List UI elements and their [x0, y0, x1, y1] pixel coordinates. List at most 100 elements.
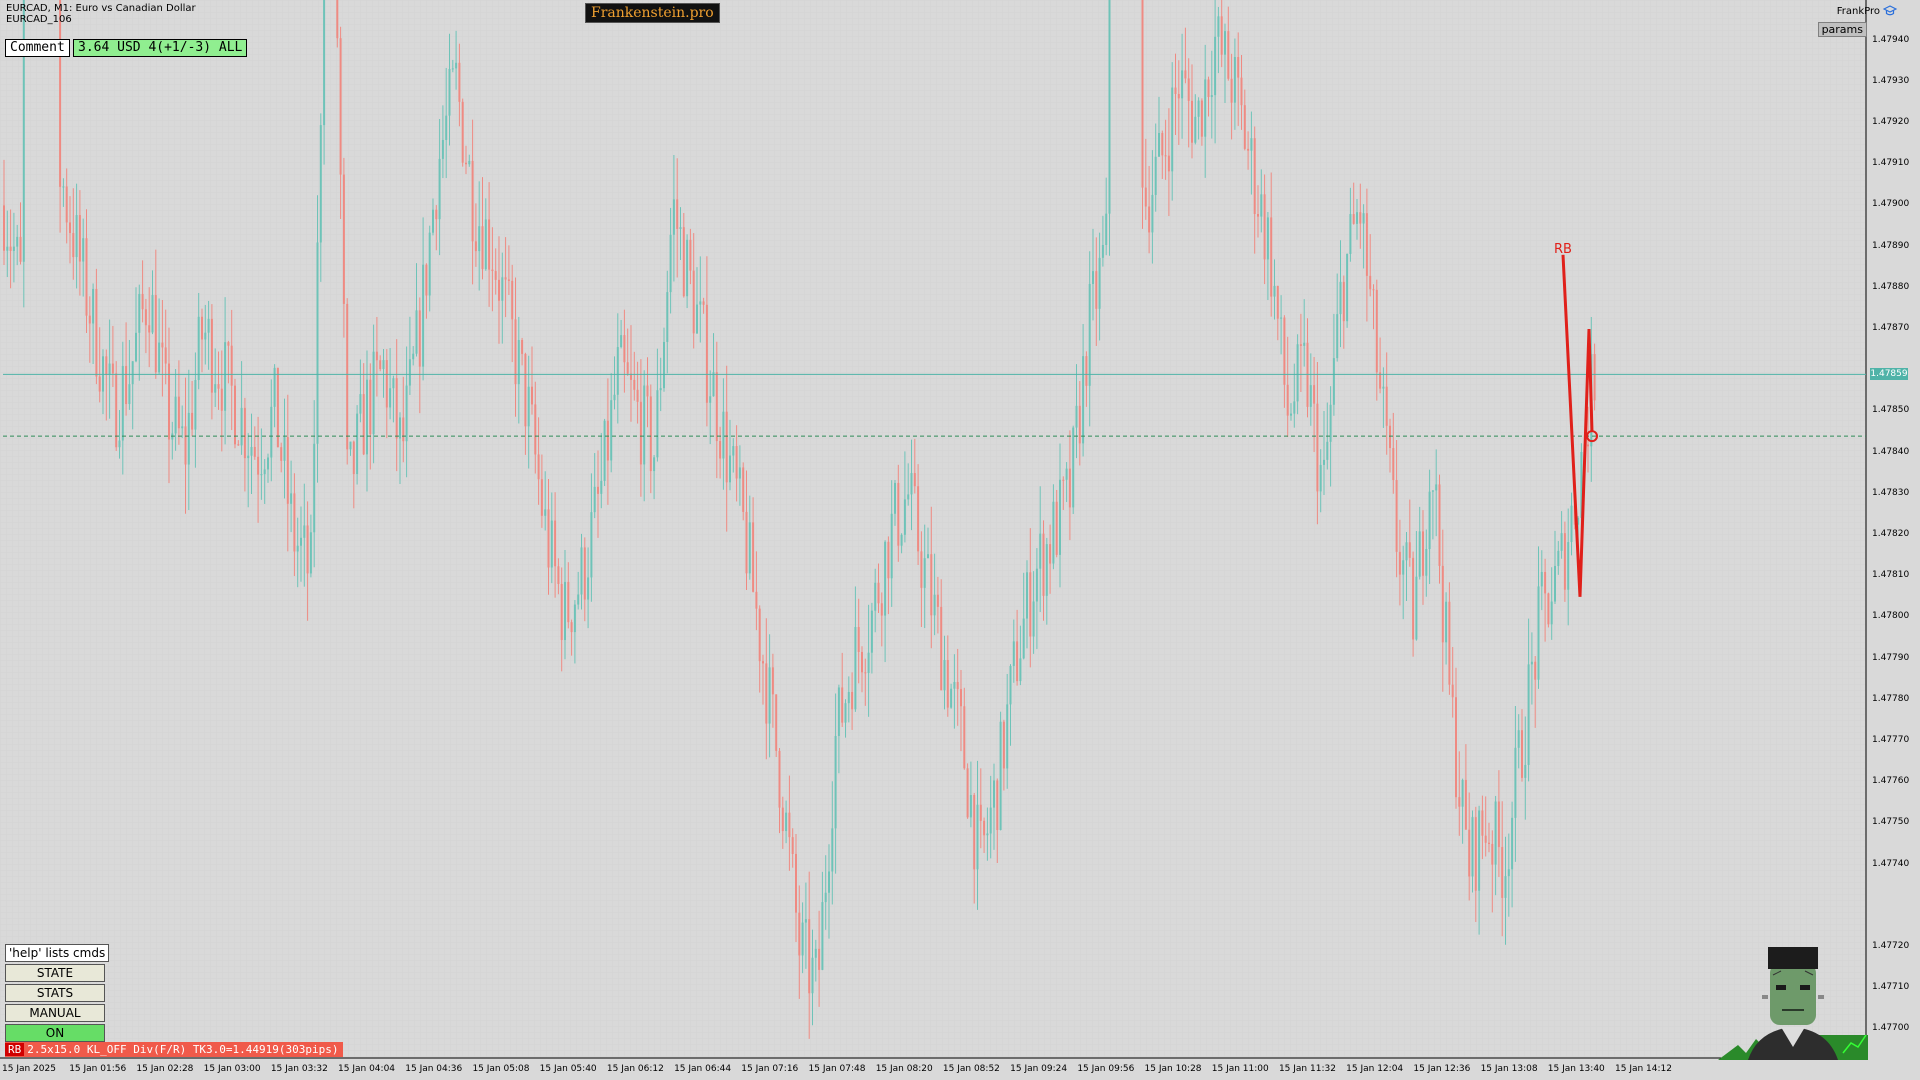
candle-body: [663, 341, 665, 389]
candle-body: [692, 270, 695, 334]
candle-body: [1521, 730, 1523, 778]
candle-body: [1464, 779, 1467, 830]
candle-body: [451, 68, 454, 70]
candle-body: [1194, 116, 1197, 143]
candle-body: [1375, 289, 1378, 373]
chart-background: [0, 0, 1866, 1058]
candle-body: [1379, 372, 1382, 389]
candle-body: [135, 332, 137, 362]
candle-body: [824, 892, 827, 903]
candle-body: [844, 703, 847, 723]
candle-body: [1356, 212, 1358, 224]
manual-button[interactable]: MANUAL: [5, 1004, 105, 1022]
candle-body: [834, 735, 837, 829]
candle-body: [445, 115, 448, 140]
on-toggle-button[interactable]: ON: [5, 1024, 105, 1042]
stats-button[interactable]: STATS: [5, 984, 105, 1002]
candle-body: [1144, 187, 1147, 207]
candle-body: [303, 525, 306, 538]
candle-body: [521, 340, 524, 354]
candle-body: [237, 444, 240, 446]
candle-body: [141, 293, 144, 310]
candle-body: [105, 356, 108, 375]
params-button[interactable]: params: [1817, 22, 1867, 37]
brand-label[interactable]: Frankenstein.pro: [585, 3, 720, 23]
candle-body: [1022, 618, 1025, 659]
candle-body: [1326, 441, 1329, 460]
candle-body: [283, 437, 286, 461]
time-tick-label: 15 Jan 13:08: [1480, 1064, 1538, 1074]
candle-body: [672, 199, 675, 235]
candle-body: [1392, 448, 1395, 481]
candle-body: [1491, 843, 1494, 865]
candle-body: [907, 494, 910, 500]
candle-body: [92, 288, 95, 324]
time-tick-label: 15 Jan 09:24: [1010, 1064, 1068, 1074]
candle-body: [649, 396, 652, 472]
candle-body: [1362, 213, 1365, 224]
candle-body: [758, 608, 761, 662]
candle-body: [570, 622, 573, 633]
candle-body: [300, 537, 302, 546]
candle-body: [240, 407, 243, 446]
candle-body: [851, 691, 854, 710]
candle-body: [1151, 194, 1154, 233]
candle-body: [382, 360, 385, 370]
candle-body: [1270, 217, 1273, 297]
candle-body: [973, 795, 976, 870]
candle-body: [243, 407, 246, 459]
price-tick-label: 1.47720: [1872, 941, 1910, 951]
candle-body: [1570, 505, 1573, 543]
candle-body: [478, 226, 481, 252]
candle-body: [890, 513, 893, 579]
candle-body: [1220, 16, 1223, 55]
candle-body: [616, 347, 619, 395]
candle-body: [1257, 214, 1259, 217]
candle-body: [531, 386, 533, 405]
candle-body: [98, 376, 101, 392]
candle-body: [1511, 817, 1514, 870]
candle-body: [342, 174, 345, 304]
candle-body: [207, 318, 210, 333]
candle-body: [405, 385, 408, 442]
candle-body: [729, 455, 731, 483]
candle-body: [1389, 425, 1391, 449]
candle-body: [1230, 78, 1233, 103]
price-tick-label: 1.47890: [1872, 240, 1910, 251]
candle-body: [369, 379, 372, 435]
candle-body: [778, 750, 781, 808]
candle-body: [474, 241, 477, 252]
candle-body: [725, 411, 728, 483]
state-button[interactable]: STATE: [5, 964, 105, 982]
candle-body: [290, 493, 293, 504]
candle-body: [1250, 138, 1253, 151]
candle-body: [1171, 87, 1174, 172]
candle-body: [1547, 593, 1550, 625]
candle-body: [1224, 31, 1226, 55]
candle-body: [1088, 283, 1091, 386]
candle-body: [752, 522, 755, 592]
candle-body: [854, 627, 857, 710]
candle-body: [781, 807, 784, 832]
candle-body: [788, 812, 791, 838]
candle-body: [1455, 697, 1457, 798]
candle-body: [699, 301, 702, 305]
status-tag: RB: [5, 1043, 25, 1056]
candle-body: [1544, 571, 1547, 594]
time-tick-label: 15 Jan 04:36: [405, 1064, 463, 1074]
candle-body: [306, 525, 309, 574]
candle-body: [1273, 285, 1276, 297]
candle-body: [527, 386, 530, 427]
price-tick-label: 1.47710: [1872, 982, 1910, 993]
candle-body: [587, 577, 590, 600]
graduation-cap-icon: [1883, 5, 1897, 16]
candle-body: [712, 372, 715, 397]
candle-body: [996, 780, 999, 830]
candle-body: [903, 499, 906, 535]
candle-body: [1240, 77, 1243, 106]
candle-body: [583, 547, 586, 600]
candle-body: [719, 441, 722, 459]
candle-body: [210, 318, 213, 393]
price-chart[interactable]: RB: [0, 0, 1920, 1080]
candle-body: [1323, 459, 1325, 465]
